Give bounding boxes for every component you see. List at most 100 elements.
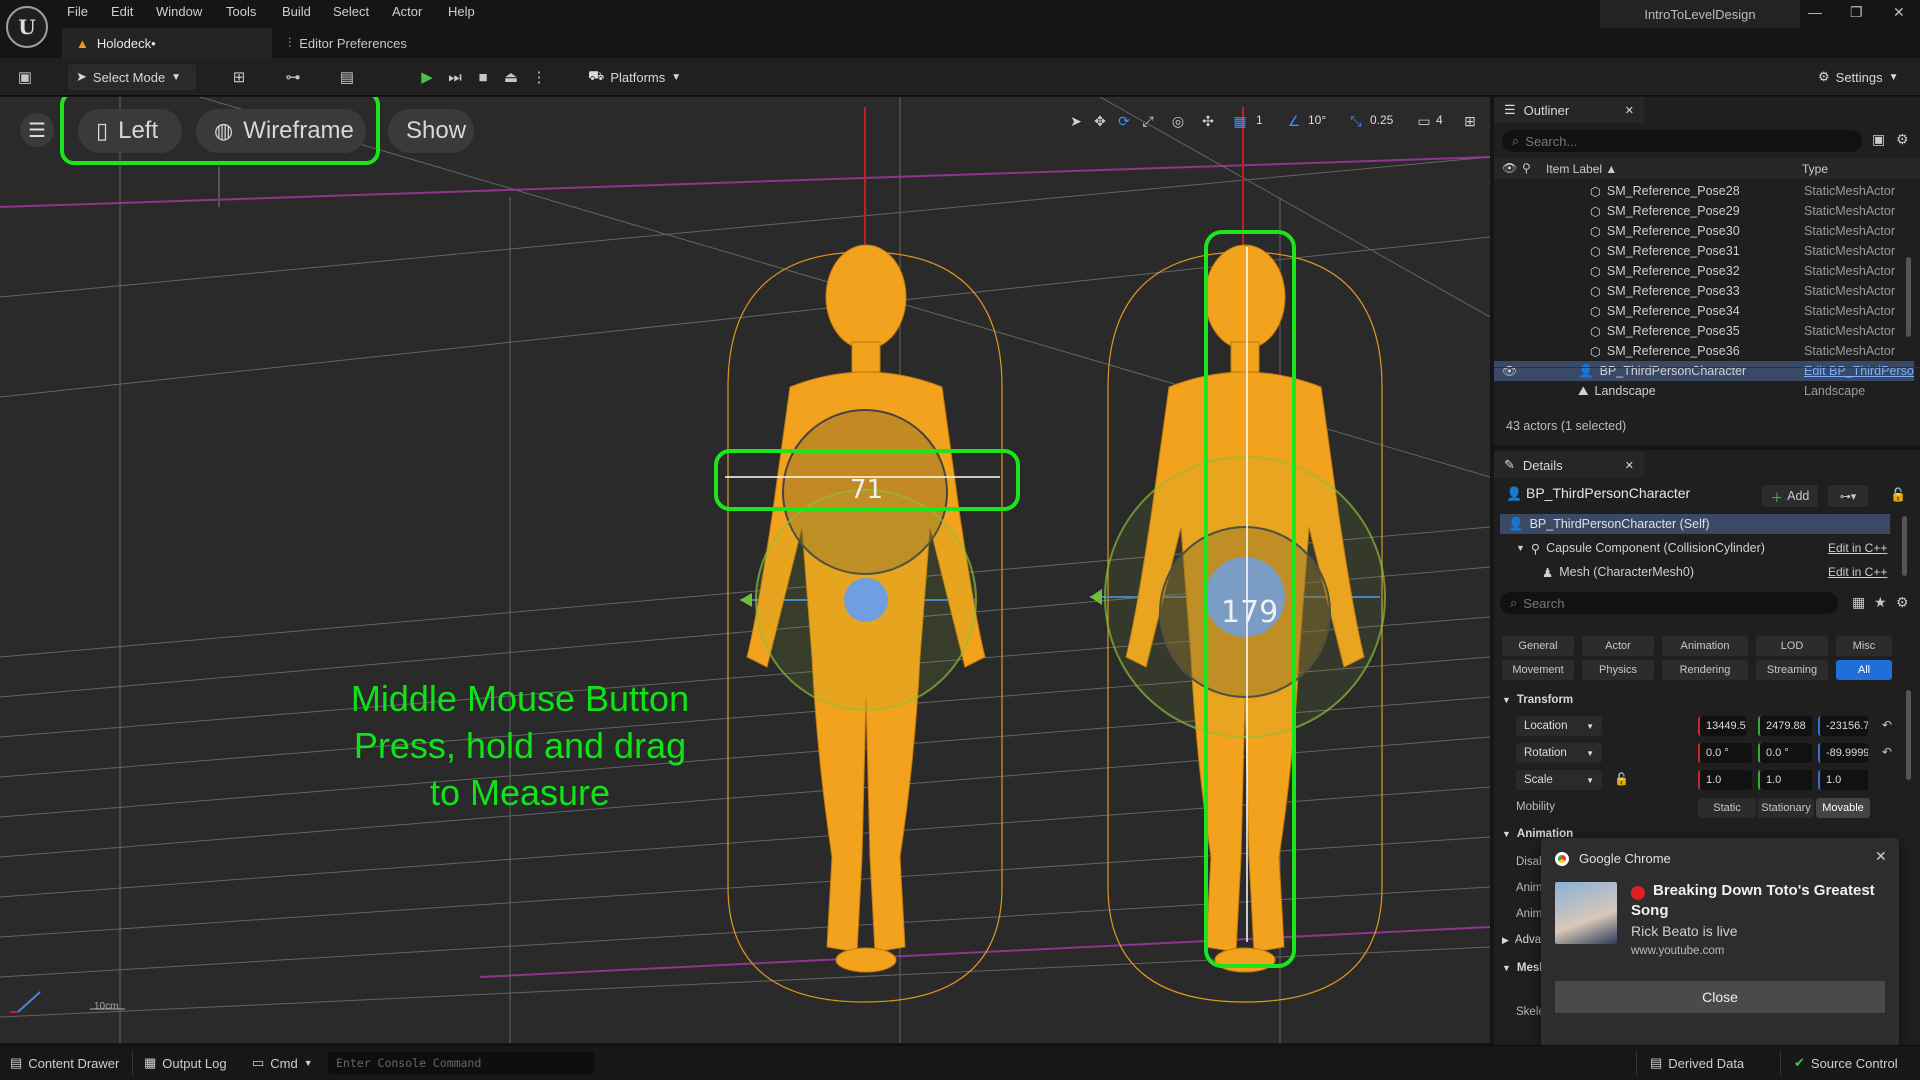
filter-actor[interactable]: Actor [1582,636,1654,656]
camera-speed-icon[interactable]: ▭ [1412,109,1436,133]
rotate-tool-icon[interactable]: ⟳ [1112,109,1136,133]
settings-button[interactable]: ⚙ Settings ▼ [1810,64,1906,90]
menu-help[interactable]: Help [448,4,475,19]
menu-build[interactable]: Build [282,4,311,19]
close-icon[interactable]: ✕ [1625,459,1634,472]
reset-icon[interactable]: ↶ [1882,745,1892,759]
edit-in-cpp-link[interactable]: Edit in C++ [1828,541,1887,555]
translate-tool-icon[interactable]: ✥ [1088,109,1112,133]
show-button[interactable]: Show [388,109,474,153]
outliner-row[interactable]: 👁 👤 BP_ThirdPersonCharacter Edit BP_ThirdPe… [1494,361,1914,381]
scale-snap-value[interactable]: 0.25 [1370,113,1393,127]
mobility-stationary[interactable]: Stationary [1758,798,1814,818]
details-scrollbar[interactable] [1906,690,1911,780]
add-component-button[interactable]: ＋ Add [1762,485,1818,507]
minimize-icon[interactable]: — [1808,4,1822,20]
gear-icon[interactable]: ⚙ [1896,594,1909,611]
details-search-input[interactable]: ⌕ Search [1500,592,1838,614]
outliner-search-input[interactable]: ⌕ Search... [1502,130,1862,152]
platforms-button[interactable]: ⛟ Platforms ▼ [580,64,681,90]
rotation-dropdown[interactable]: Rotation ▼ [1516,743,1602,763]
transform-section[interactable]: ▼ Transform [1502,694,1573,706]
cinematics-icon[interactable]: ▤ [336,66,358,88]
chrome-notification[interactable]: Google Chrome ✕ Breaking Down Toto's Gre… [1541,838,1899,1050]
scale-x-field[interactable]: 1.0 [1698,770,1752,790]
location-dropdown[interactable]: Location ▼ [1516,716,1602,736]
add-actor-icon[interactable]: ⊞ [228,66,250,88]
tab-holodeck[interactable]: ▲ Holodeck• [62,28,272,58]
filter-misc[interactable]: Misc [1836,636,1892,656]
gear-icon[interactable]: ⚙ [1896,131,1909,148]
scale-y-field[interactable]: 1.0 [1758,770,1812,790]
camera-speed-value[interactable]: 4 [1436,113,1443,127]
table-view-icon[interactable]: ▦ [1852,594,1865,611]
filter-general[interactable]: General [1502,636,1574,656]
component-mesh[interactable]: ♟ Mesh (CharacterMesh0) [1542,562,1842,582]
outliner-row[interactable]: ⬡ SM_Reference_Pose28 StaticMeshActor [1494,181,1914,201]
outliner-row[interactable]: ⬡ SM_Reference_Pose35 StaticMeshActor [1494,321,1914,341]
scale-dropdown[interactable]: Scale ▼ [1516,770,1602,790]
visibility-icon[interactable]: 👁 [1502,161,1517,175]
source-control-button[interactable]: ✔ Source Control [1794,1053,1898,1073]
console-command-input[interactable]: Enter Console Command [328,1052,594,1074]
output-log-button[interactable]: ▦ Output Log [144,1053,227,1073]
outliner-row[interactable]: ⬡ SM_Reference_Pose32 StaticMeshActor [1494,261,1914,281]
save-icon[interactable]: ▣ [14,66,36,88]
filter-streaming[interactable]: Streaming [1756,660,1828,680]
add-folder-icon[interactable]: ▣ [1872,131,1885,148]
maximize-viewport-icon[interactable]: ⊞ [1458,109,1482,133]
blueprint-options-button[interactable]: ⊶▾ [1828,485,1868,507]
maximize-icon[interactable]: ❐ [1850,4,1863,21]
surface-snap-icon[interactable]: ✣ [1196,109,1220,133]
derived-data-button[interactable]: ▤ Derived Data [1650,1053,1744,1073]
filter-movement[interactable]: Movement [1502,660,1574,680]
hamburger-menu-icon[interactable]: ☰ [20,113,54,147]
tab-editor-preferences[interactable]: ⫶ Editor Preferences [274,28,474,58]
outliner-row[interactable]: ⬡ SM_Reference_Pose33 StaticMeshActor [1494,281,1914,301]
location-x-field[interactable]: 13449.59 [1698,716,1746,736]
notification-close-button[interactable]: Close [1555,981,1885,1013]
select-mode-button[interactable]: ➤ Select Mode ▼ [68,64,196,90]
grid-snap-value[interactable]: 1 [1256,113,1263,127]
menu-tools[interactable]: Tools [226,4,256,19]
filter-all[interactable]: All [1836,660,1892,680]
blueprint-icon[interactable]: ⊶ [282,66,304,88]
rotation-x-field[interactable]: 0.0 ° [1698,743,1752,763]
cmd-dropdown[interactable]: ▭ Cmd ▼ [252,1053,313,1073]
menu-actor[interactable]: Actor [392,4,422,19]
location-z-field[interactable]: -23156.7 [1818,716,1868,736]
unreal-logo-icon[interactable]: U [6,6,48,48]
reset-icon[interactable]: ↶ [1882,718,1892,732]
grid-snap-icon[interactable]: ▦ [1228,109,1252,133]
outliner-scrollbar[interactable] [1906,257,1911,337]
close-window-icon[interactable]: ✕ [1893,4,1905,21]
scale-z-field[interactable]: 1.0 [1818,770,1868,790]
item-label-column[interactable]: Item Label ▲ [1546,162,1617,176]
outliner-row[interactable]: ⛰ Landscape Landscape [1494,381,1914,401]
location-y-field[interactable]: 2479.88 [1758,716,1812,736]
outliner-row[interactable]: ⬡ SM_Reference_Pose30 StaticMeshActor [1494,221,1914,241]
close-icon[interactable]: ✕ [1625,104,1634,117]
eject-icon[interactable]: ⏏ [500,66,522,88]
filter-animation[interactable]: Animation [1662,636,1748,656]
menu-edit[interactable]: Edit [111,4,133,19]
close-icon[interactable]: ✕ [1875,848,1887,865]
star-icon[interactable]: ★ [1874,594,1887,611]
filter-rendering[interactable]: Rendering [1662,660,1748,680]
outliner-row[interactable]: ⬡ SM_Reference_Pose29 StaticMeshActor [1494,201,1914,221]
rotation-y-field[interactable]: 0.0 ° [1758,743,1812,763]
component-self[interactable]: 👤 BP_ThirdPersonCharacter (Self) [1500,514,1890,534]
select-tool-icon[interactable]: ➤ [1064,109,1088,133]
step-icon[interactable]: ⏭ [444,66,466,88]
stop-icon[interactable]: ■ [472,66,494,88]
menu-window[interactable]: Window [156,4,202,19]
outliner-row[interactable]: ⬡ SM_Reference_Pose36 StaticMeshActor [1494,341,1914,361]
menu-select[interactable]: Select [333,4,369,19]
rotation-z-field[interactable]: -89.9999 [1818,743,1868,763]
scale-snap-icon[interactable]: ⤡ [1344,109,1368,133]
world-space-icon[interactable]: ◎ [1166,109,1190,133]
filter-lod[interactable]: LOD [1756,636,1828,656]
mesh-section[interactable]: ▼ Mesh [1502,962,1546,974]
more-options-icon[interactable]: ⋮ [528,66,550,88]
mobility-static[interactable]: Static [1698,798,1756,818]
